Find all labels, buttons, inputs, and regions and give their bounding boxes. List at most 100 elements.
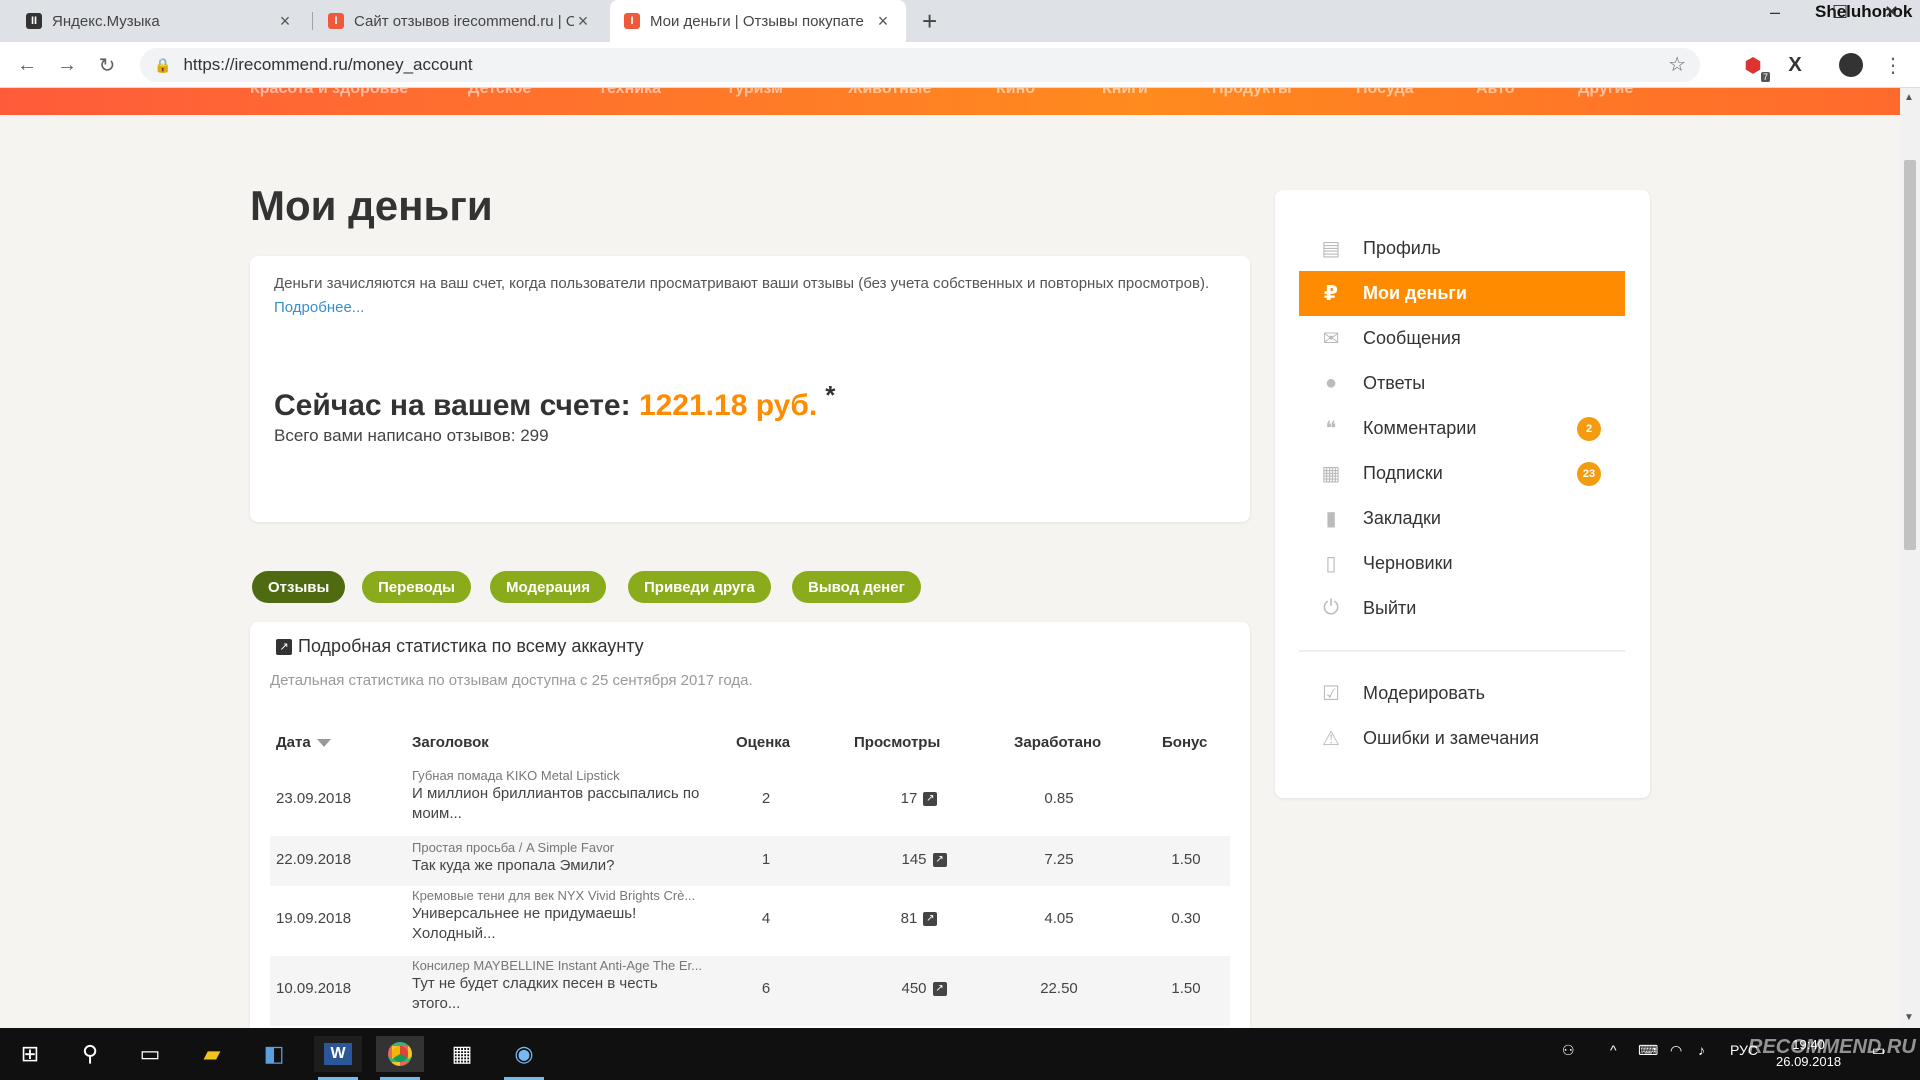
sidebar-divider xyxy=(1299,650,1625,652)
tab-withdraw[interactable]: Вывод денег xyxy=(792,571,921,603)
windows-taskbar: ⊞ ⚲ ▭ ▰ ◧ W ▦ ◉ ⚇ ^ ⌨ ◠ ♪ РУС 19:40 26.0… xyxy=(0,1028,1920,1080)
sidebar-item-errors[interactable]: ⚠ Ошибки и замечания xyxy=(1299,716,1625,761)
nav-category[interactable]: Красота и здоровье xyxy=(250,88,408,98)
nav-category[interactable]: Детское xyxy=(468,88,531,98)
nav-category[interactable]: Техника xyxy=(598,88,661,98)
tray-expand-icon[interactable]: ^ xyxy=(1610,1042,1617,1058)
nav-category[interactable]: Книги xyxy=(1102,88,1148,98)
cell-title[interactable]: Кремовые тени для век NYX Vivid Brights … xyxy=(412,888,702,944)
col-date[interactable]: Дата xyxy=(276,734,331,751)
minimize-icon[interactable]: – xyxy=(1770,2,1780,23)
nav-category[interactable]: Другие xyxy=(1578,88,1633,98)
sidebar-item-moderate[interactable]: ☑ Модерировать xyxy=(1299,671,1625,716)
search-icon[interactable]: ⚲ xyxy=(66,1036,114,1072)
people-icon[interactable]: ⚇ xyxy=(1562,1042,1575,1059)
cell-title[interactable]: Консилер MAYBELLINE Instant Anti-Age The… xyxy=(412,958,702,1014)
sidebar-item-answers[interactable]: ● Ответы xyxy=(1299,361,1625,406)
external-link-icon: ↗ xyxy=(923,792,938,807)
file-explorer-icon[interactable]: ▰ xyxy=(188,1036,236,1072)
stats-header[interactable]: ↗ Подробная статистика по всему аккаунту xyxy=(276,636,644,657)
sidebar-item-profile[interactable]: ▤ Профиль xyxy=(1299,226,1625,271)
site-category-nav: Красота и здоровье Детское Техника Туриз… xyxy=(0,88,1900,115)
tab-separator xyxy=(312,12,313,30)
moderate-check-icon: ☑ xyxy=(1322,683,1340,705)
nav-category[interactable]: Авто xyxy=(1476,88,1515,98)
nav-category[interactable]: Кино xyxy=(996,88,1035,98)
comments-count-badge: 2 xyxy=(1577,417,1601,441)
extension-x-icon[interactable]: X xyxy=(1782,52,1808,78)
envelope-icon: ✉ xyxy=(1322,328,1340,350)
bookmark-star-icon[interactable]: ☆ xyxy=(1668,52,1686,77)
sidebar-item-messages[interactable]: ✉ Сообщения xyxy=(1299,316,1625,361)
sidebar-item-logout[interactable]: ⏻ Выйти xyxy=(1299,586,1625,631)
sidebar-item-comments[interactable]: ❝ Комментарии 2 xyxy=(1299,406,1625,451)
back-icon[interactable]: ← xyxy=(12,50,42,80)
sort-desc-icon xyxy=(316,739,331,748)
more-link[interactable]: Подробнее... xyxy=(274,299,364,316)
cell-views[interactable]: 17 ↗ xyxy=(874,790,964,807)
sidebar-item-drafts[interactable]: ▯ Черновики xyxy=(1299,541,1625,586)
cell-views[interactable]: 145 ↗ xyxy=(874,851,974,868)
tab-yandex-music[interactable]: II Яндекс.Музыка × xyxy=(12,0,308,42)
scrollbar-thumb[interactable] xyxy=(1904,160,1916,550)
tab-reviews[interactable]: Отзывы xyxy=(252,571,346,603)
cell-bonus: 1.50 xyxy=(1171,851,1201,868)
page-title: Мои деньги xyxy=(250,182,493,229)
cell-views[interactable]: 450 ↗ xyxy=(874,980,974,997)
new-tab-icon[interactable]: + xyxy=(922,6,937,37)
stats-note: Детальная статистика по отзывам доступна… xyxy=(270,672,753,689)
scroll-up-icon[interactable]: ▲ xyxy=(1904,92,1914,103)
maximize-icon[interactable]: ☐ xyxy=(1832,2,1848,23)
tab-moderation[interactable]: Модерация xyxy=(490,571,607,603)
cell-views[interactable]: 81 ↗ xyxy=(874,910,964,927)
tab-close-icon[interactable]: × xyxy=(874,11,892,32)
browser-menu-icon[interactable]: ⋮ xyxy=(1880,52,1906,78)
tab-money-active[interactable]: I Мои деньги | Отзывы покупате × xyxy=(610,0,906,42)
tab-close-icon[interactable]: × xyxy=(574,11,592,32)
task-view-icon[interactable]: ▭ xyxy=(126,1036,174,1072)
app-icon[interactable]: ◧ xyxy=(250,1036,298,1072)
cell-earned: 0.85 xyxy=(1044,790,1074,807)
browser-toolbar: ← → ↻ 🔒 https://irecommend.ru/money_acco… xyxy=(0,42,1920,88)
calculator-icon[interactable]: ▦ xyxy=(438,1036,486,1072)
balance-asterisk: * xyxy=(825,380,836,410)
scroll-down-icon[interactable]: ▼ xyxy=(1904,1012,1914,1023)
tab-irecommend[interactable]: I Сайт отзывов irecommend.ru | О × xyxy=(314,0,606,42)
address-bar[interactable]: 🔒 https://irecommend.ru/money_account ☆ xyxy=(140,48,1700,82)
nav-category[interactable]: Продукты xyxy=(1212,88,1292,98)
app-circle-icon[interactable]: ◉ xyxy=(500,1036,548,1080)
nav-category[interactable]: Животные xyxy=(848,88,931,98)
windows-start-icon[interactable]: ⊞ xyxy=(6,1036,54,1072)
keyboard-icon[interactable]: ⌨ xyxy=(1638,1042,1658,1059)
pause-icon: II xyxy=(26,13,42,29)
sidebar-item-money[interactable]: ₽ Мои деньги xyxy=(1299,271,1625,316)
tab-close-icon[interactable]: × xyxy=(276,11,294,32)
profile-avatar-icon[interactable] xyxy=(1838,52,1864,78)
total-reviews: Всего вами написано отзывов: 299 xyxy=(274,426,549,445)
comments-icon: ❝ xyxy=(1325,418,1337,440)
sidebar-item-subscriptions[interactable]: ▦ Подписки 23 xyxy=(1299,451,1625,496)
table-row: 19.09.2018 Кремовые тени для век NYX Viv… xyxy=(270,886,1230,956)
cell-title[interactable]: Простая просьба / A Simple Favor Так куд… xyxy=(412,840,702,876)
col-title: Заголовок xyxy=(412,734,489,751)
cell-title[interactable]: Губная помада KIKO Metal Lipstick И милл… xyxy=(412,768,702,824)
sidebar-item-bookmarks[interactable]: ▮ Закладки xyxy=(1299,496,1625,541)
volume-icon[interactable]: ♪ xyxy=(1698,1042,1705,1058)
info-text: Деньги зачисляются на ваш счет, когда по… xyxy=(274,275,1210,316)
cell-rating: 2 xyxy=(761,790,771,807)
extension-adblock-icon[interactable]: ⬢ 7 xyxy=(1740,52,1770,82)
forward-icon[interactable]: → xyxy=(52,50,82,80)
chrome-icon[interactable] xyxy=(376,1036,424,1080)
balance-amount: 1221.18 руб. xyxy=(638,389,818,422)
table-header: Дата Заголовок Оценка Просмотры Заработа… xyxy=(270,722,1230,766)
tab-invite-friend[interactable]: Приведи друга xyxy=(628,571,771,603)
nav-category[interactable]: Туризм xyxy=(726,88,783,98)
nav-category[interactable]: Посуда xyxy=(1356,88,1414,98)
reload-icon[interactable]: ↻ xyxy=(92,50,122,80)
external-link-icon: ↗ xyxy=(932,853,947,868)
wifi-icon[interactable]: ◠ xyxy=(1670,1042,1682,1059)
page-scrollbar[interactable]: ▲ ▼ xyxy=(1900,88,1920,1028)
tab-transfers[interactable]: Переводы xyxy=(362,571,471,603)
word-icon[interactable]: W xyxy=(314,1036,362,1080)
close-window-icon[interactable]: ✕ xyxy=(1884,2,1899,23)
